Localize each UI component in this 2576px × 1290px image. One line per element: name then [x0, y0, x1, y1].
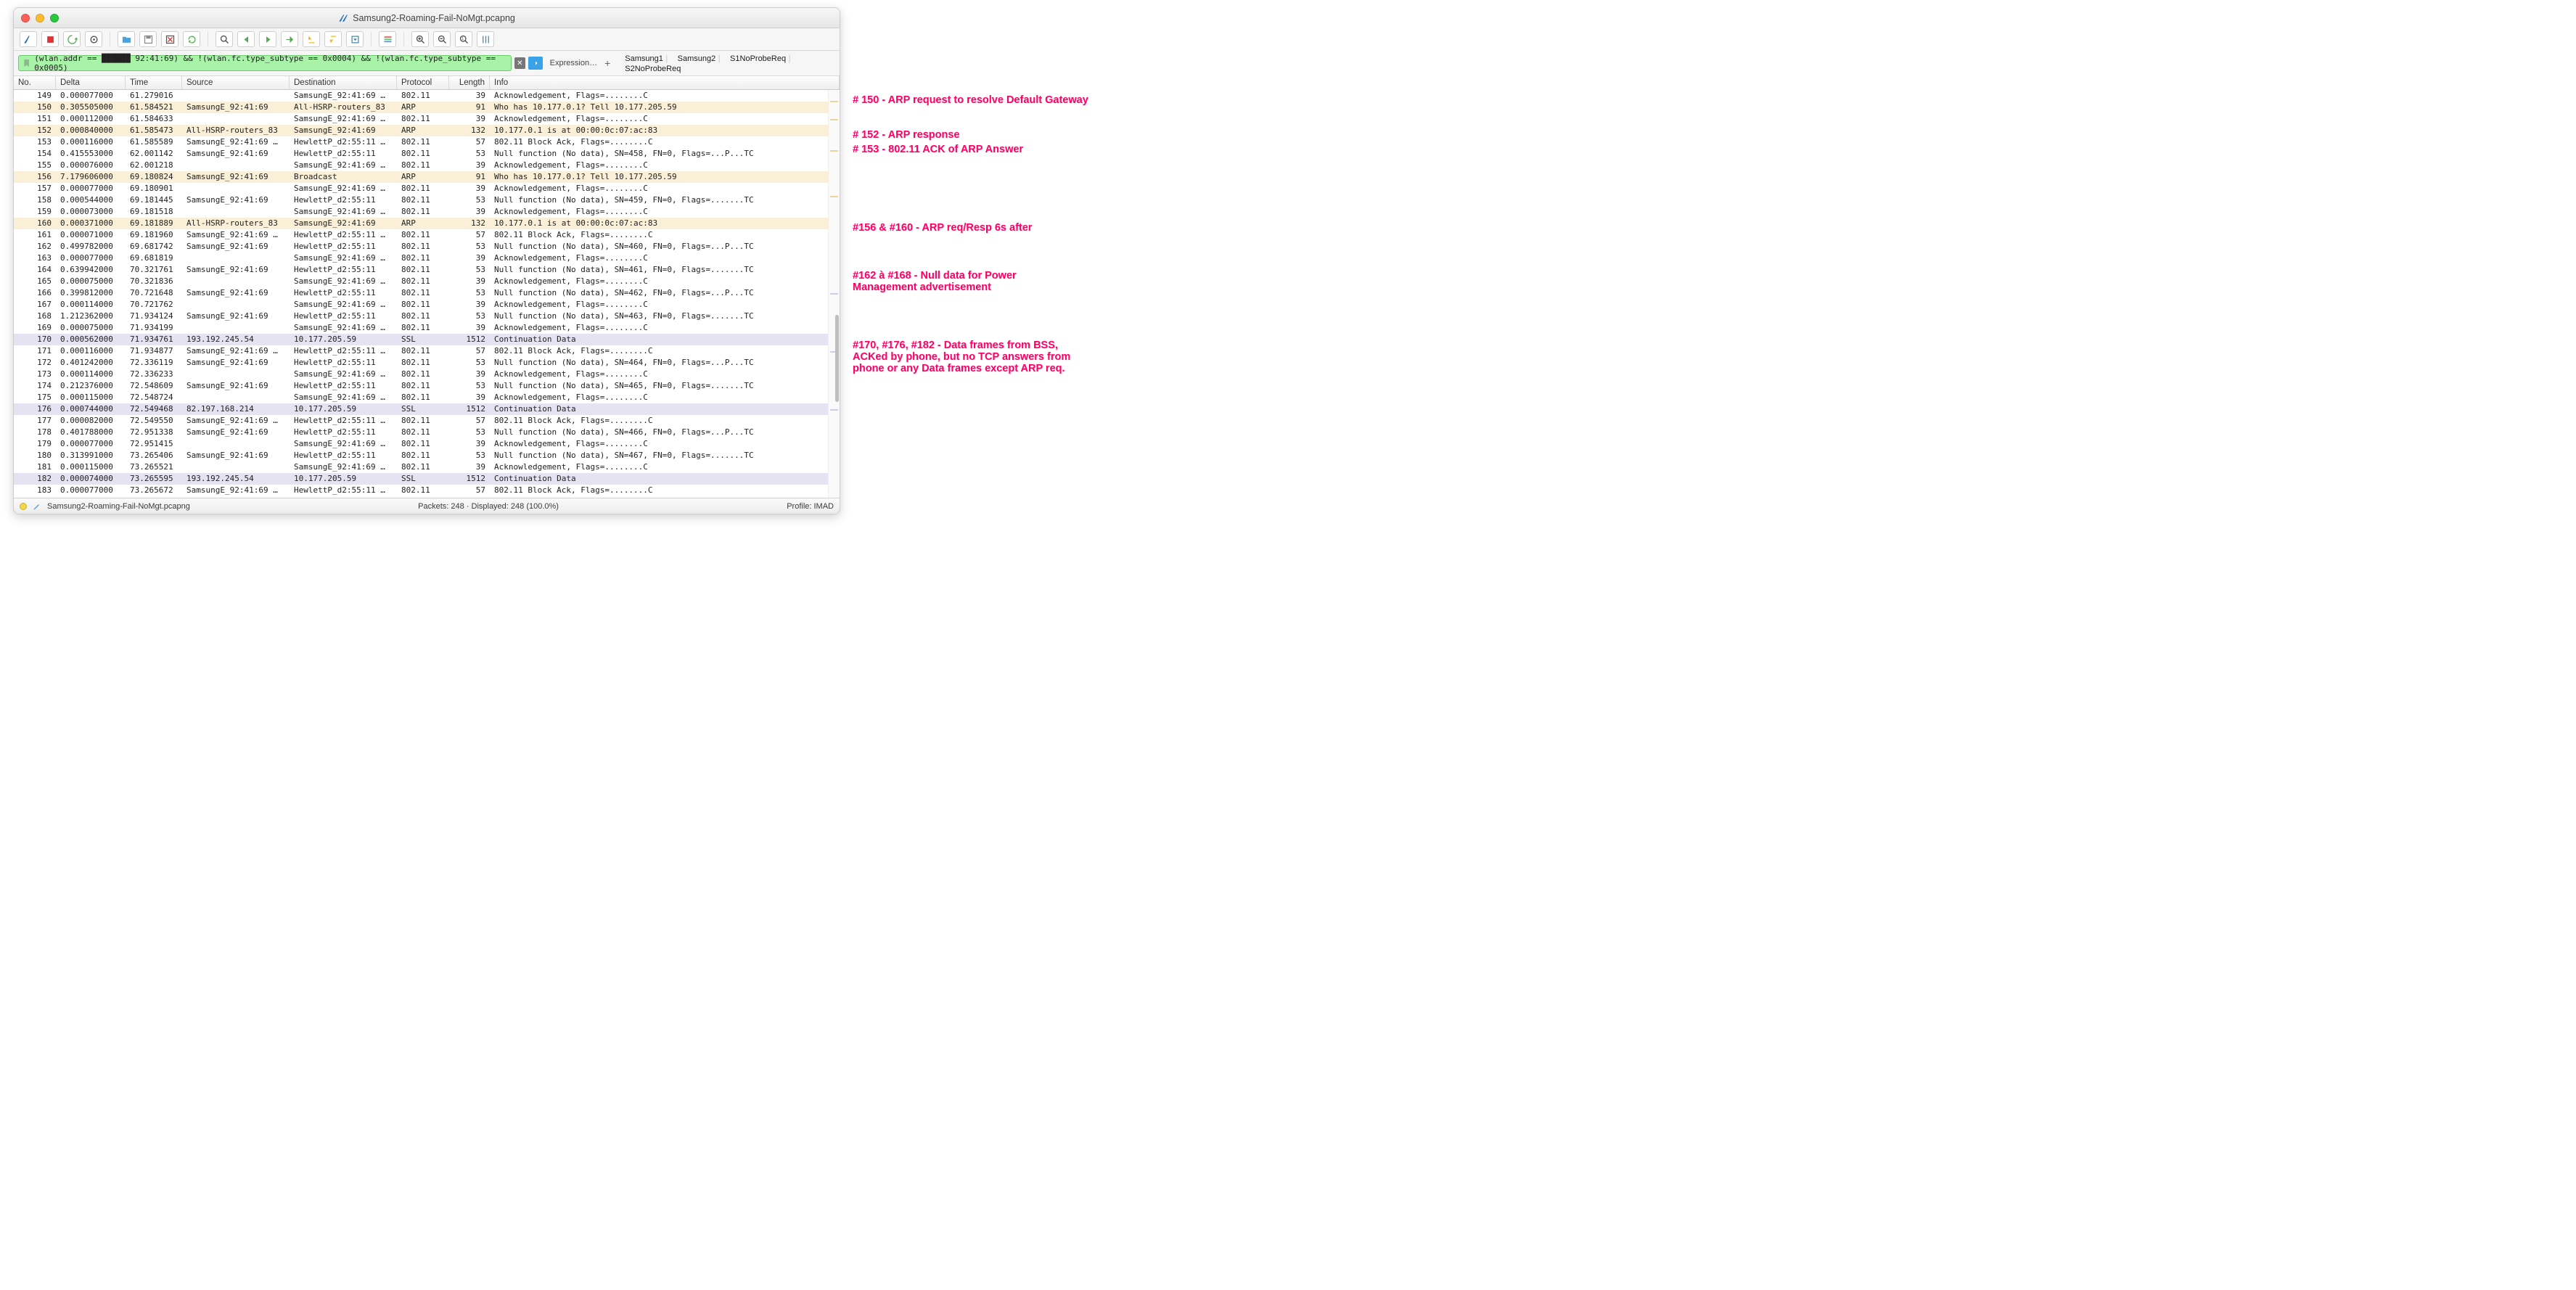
wireshark-fin-icon	[338, 13, 348, 23]
display-filter-input[interactable]: (wlan.addr == ██████ 92:41:69) && !(wlan…	[18, 55, 512, 71]
bookmark-icon	[22, 58, 31, 68]
packet-row[interactable]: 1600.00037100069.181889All-HSRP-routers_…	[14, 218, 840, 229]
quick-filter-s2noprobereq[interactable]: S2NoProbeReq	[625, 65, 681, 73]
scroll-indicator[interactable]	[828, 90, 840, 498]
packet-row[interactable]: 1620.49978200069.681742SamsungE_92:41:69…	[14, 241, 840, 252]
packet-row[interactable]: 1750.00011500072.548724SamsungE_92:41:69…	[14, 392, 840, 403]
packet-row[interactable]: 1681.21236200071.934124SamsungE_92:41:69…	[14, 311, 840, 322]
quick-filter-samsung1[interactable]: Samsung1	[625, 54, 663, 63]
wireshark-window: Samsung2-Roaming-Fail-NoMgt.pcapng	[13, 7, 840, 514]
status-profile[interactable]: Profile: IMAD	[787, 502, 834, 511]
packet-row[interactable]: 1800.31399100073.265406SamsungE_92:41:69…	[14, 450, 840, 461]
find-button[interactable]	[216, 31, 233, 47]
packet-row[interactable]: 1740.21237600072.548609SamsungE_92:41:69…	[14, 380, 840, 392]
close-icon[interactable]	[21, 14, 30, 22]
packet-row[interactable]: 1580.00054400069.181445SamsungE_92:41:69…	[14, 194, 840, 206]
annotation: #156 & #160 - ARP req/Resp 6s after	[853, 222, 1032, 234]
clear-filter-button[interactable]: ✕	[514, 57, 525, 69]
quick-filter-samsung2[interactable]: Samsung2	[678, 54, 716, 63]
column-info[interactable]: Info	[490, 76, 840, 89]
annotation: # 153 - 802.11 ACK of ARP Answer	[853, 144, 1023, 155]
packet-row[interactable]: 1780.40178800072.951338SamsungE_92:41:69…	[14, 427, 840, 438]
prev-packet-button[interactable]	[237, 31, 255, 47]
apply-filter-button[interactable]	[528, 57, 543, 70]
titlebar: Samsung2-Roaming-Fail-NoMgt.pcapng	[14, 8, 840, 28]
packet-row[interactable]: 1830.00007700073.265672SamsungE_92:41:69…	[14, 485, 840, 496]
packet-row[interactable]: 1520.00084000061.585473All-HSRP-routers_…	[14, 125, 840, 136]
goto-last-button[interactable]	[324, 31, 342, 47]
packet-row[interactable]: 1790.00007700072.951415SamsungE_92:41:69…	[14, 438, 840, 450]
minimize-icon[interactable]	[36, 14, 44, 22]
open-button[interactable]	[118, 31, 135, 47]
column-delta[interactable]: Delta	[56, 76, 126, 89]
annotation: # 150 - ARP request to resolve Default G…	[853, 94, 1088, 106]
packet-list-header: No. Delta Time Source Destination Protoc…	[14, 76, 840, 90]
packet-row[interactable]: 1640.63994200070.321761SamsungE_92:41:69…	[14, 264, 840, 276]
capture-stop-button[interactable]	[41, 31, 59, 47]
column-length[interactable]: Length	[449, 76, 490, 89]
goto-first-button[interactable]	[303, 31, 320, 47]
add-filter-button[interactable]: +	[600, 57, 615, 69]
status-packets: Packets: 248 · Displayed: 248 (100.0%)	[418, 502, 559, 511]
packet-row[interactable]: 1510.00011200061.584633SamsungE_92:41:69…	[14, 113, 840, 125]
column-destination[interactable]: Destination	[290, 76, 397, 89]
capture-start-button[interactable]	[20, 31, 37, 47]
capture-options-button[interactable]	[85, 31, 102, 47]
packet-row[interactable]: 1500.30550500061.584521SamsungE_92:41:69…	[14, 102, 840, 113]
save-button[interactable]	[139, 31, 157, 47]
reload-button[interactable]	[183, 31, 200, 47]
colorize-button[interactable]	[379, 31, 396, 47]
packet-row[interactable]: 1810.00011500073.265521SamsungE_92:41:69…	[14, 461, 840, 473]
packet-row[interactable]: 1540.41555300062.001142SamsungE_92:41:69…	[14, 148, 840, 160]
packet-row[interactable]: 1570.00007700069.180901SamsungE_92:41:69…	[14, 183, 840, 194]
column-source[interactable]: Source	[182, 76, 290, 89]
edit-icon[interactable]	[33, 502, 41, 511]
packet-row[interactable]: 1670.00011400070.721762SamsungE_92:41:69…	[14, 299, 840, 311]
packet-row[interactable]: 1760.00074400072.54946882.197.168.21410.…	[14, 403, 840, 415]
svg-text:1: 1	[462, 37, 464, 41]
packet-row[interactable]: 1660.39981200070.721648SamsungE_92:41:69…	[14, 287, 840, 299]
annotation: #170, #176, #182 - Data frames from BSS,…	[853, 340, 1070, 374]
main-toolbar: 1	[14, 28, 840, 51]
packet-row[interactable]: 1630.00007700069.681819SamsungE_92:41:69…	[14, 252, 840, 264]
packet-row[interactable]: 1770.00008200072.549550SamsungE_92:41:69…	[14, 415, 840, 427]
packet-row[interactable]: 1530.00011600061.585589SamsungE_92:41:69…	[14, 136, 840, 148]
zoom-out-button[interactable]	[433, 31, 451, 47]
zoom-in-button[interactable]	[411, 31, 429, 47]
goto-packet-button[interactable]	[281, 31, 298, 47]
column-protocol[interactable]: Protocol	[397, 76, 449, 89]
packet-row[interactable]: 1820.00007400073.265595193.192.245.5410.…	[14, 473, 840, 485]
packet-row[interactable]: 1550.00007600062.001218SamsungE_92:41:69…	[14, 160, 840, 171]
column-no[interactable]: No.	[14, 76, 56, 89]
packet-row[interactable]: 1590.00007300069.181518SamsungE_92:41:69…	[14, 206, 840, 218]
packet-row[interactable]: 1710.00011600071.934877SamsungE_92:41:69…	[14, 345, 840, 357]
packet-row[interactable]: 1650.00007500070.321836SamsungE_92:41:69…	[14, 276, 840, 287]
packet-row[interactable]: 1567.17960600069.180824SamsungE_92:41:69…	[14, 171, 840, 183]
next-packet-button[interactable]	[259, 31, 276, 47]
capture-restart-button[interactable]	[63, 31, 81, 47]
filter-text: (wlan.addr == ██████ 92:41:69) && !(wlan…	[34, 54, 508, 73]
expert-info-icon[interactable]	[20, 503, 27, 510]
maximize-icon[interactable]	[50, 14, 59, 22]
column-time[interactable]: Time	[126, 76, 182, 89]
packet-list[interactable]: 1490.00007700061.279016SamsungE_92:41:69…	[14, 90, 840, 498]
status-file: Samsung2-Roaming-Fail-NoMgt.pcapng	[47, 502, 190, 511]
display-filter-bar: (wlan.addr == ██████ 92:41:69) && !(wlan…	[14, 51, 840, 76]
status-bar: Samsung2-Roaming-Fail-NoMgt.pcapng Packe…	[14, 498, 840, 514]
annotation: # 152 - ARP response	[853, 129, 960, 141]
window-title: Samsung2-Roaming-Fail-NoMgt.pcapng	[353, 13, 515, 23]
packet-row[interactable]: 1610.00007100069.181960SamsungE_92:41:69…	[14, 229, 840, 241]
packet-row[interactable]: 1730.00011400072.336233SamsungE_92:41:69…	[14, 369, 840, 380]
resize-columns-button[interactable]	[477, 31, 494, 47]
packet-row[interactable]: 1490.00007700061.279016SamsungE_92:41:69…	[14, 90, 840, 102]
close-file-button[interactable]	[161, 31, 179, 47]
packet-row[interactable]: 1720.40124200072.336119SamsungE_92:41:69…	[14, 357, 840, 369]
packet-row[interactable]: 1700.00056200071.934761193.192.245.5410.…	[14, 334, 840, 345]
autoscroll-button[interactable]	[346, 31, 364, 47]
packet-row[interactable]: 1690.00007500071.934199SamsungE_92:41:69…	[14, 322, 840, 334]
zoom-reset-button[interactable]: 1	[455, 31, 472, 47]
expression-button[interactable]: Expression…	[550, 59, 597, 67]
quick-filter-s1noprobereq[interactable]: S1NoProbeReq	[730, 54, 786, 63]
annotation: #162 à #168 - Null data for Power Manage…	[853, 270, 1017, 293]
